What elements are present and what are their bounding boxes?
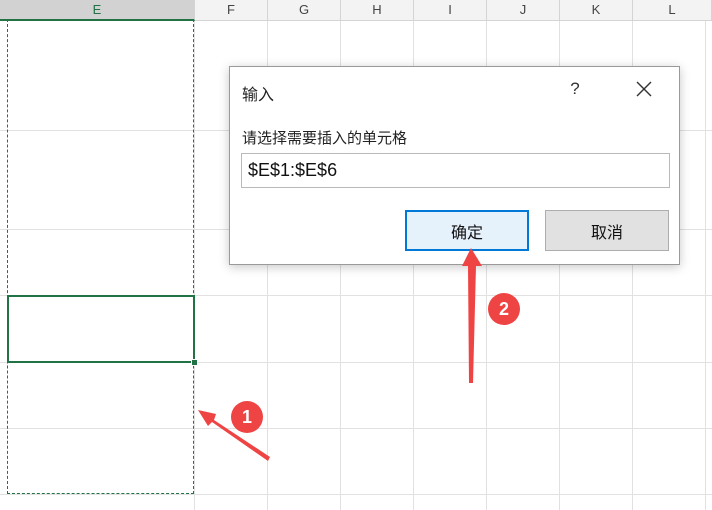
column-header-l[interactable]: L [633, 0, 712, 20]
cancel-button[interactable]: 取消 [545, 210, 669, 251]
input-dialog: 输入 ? 请选择需要插入的单元格 确定 取消 [229, 66, 680, 265]
grid-line [705, 21, 706, 510]
grid-line [194, 21, 195, 510]
column-header-k[interactable]: K [560, 0, 633, 20]
grid-line [0, 494, 712, 495]
step-2-badge: 2 [488, 293, 520, 325]
column-header-h[interactable]: H [341, 0, 414, 20]
dialog-title: 输入 [242, 87, 275, 104]
column-header-i[interactable]: I [414, 0, 487, 20]
step-1-badge: 1 [231, 401, 263, 433]
ok-button[interactable]: 确定 [405, 210, 529, 251]
fill-handle[interactable] [191, 359, 198, 366]
help-button[interactable]: ? [560, 75, 590, 103]
column-header-f[interactable]: F [195, 0, 268, 20]
range-input[interactable] [241, 153, 670, 188]
column-header-e[interactable]: E [0, 0, 195, 21]
close-button[interactable] [626, 75, 662, 103]
column-header-g[interactable]: G [268, 0, 341, 20]
close-icon [636, 81, 652, 97]
copy-range-marquee [7, 19, 194, 494]
column-header-bar: E F G H I J K L [0, 0, 712, 21]
column-header-j[interactable]: J [487, 0, 560, 20]
dialog-prompt: 请选择需要插入的单元格 [242, 130, 408, 147]
active-cell[interactable] [7, 295, 195, 363]
